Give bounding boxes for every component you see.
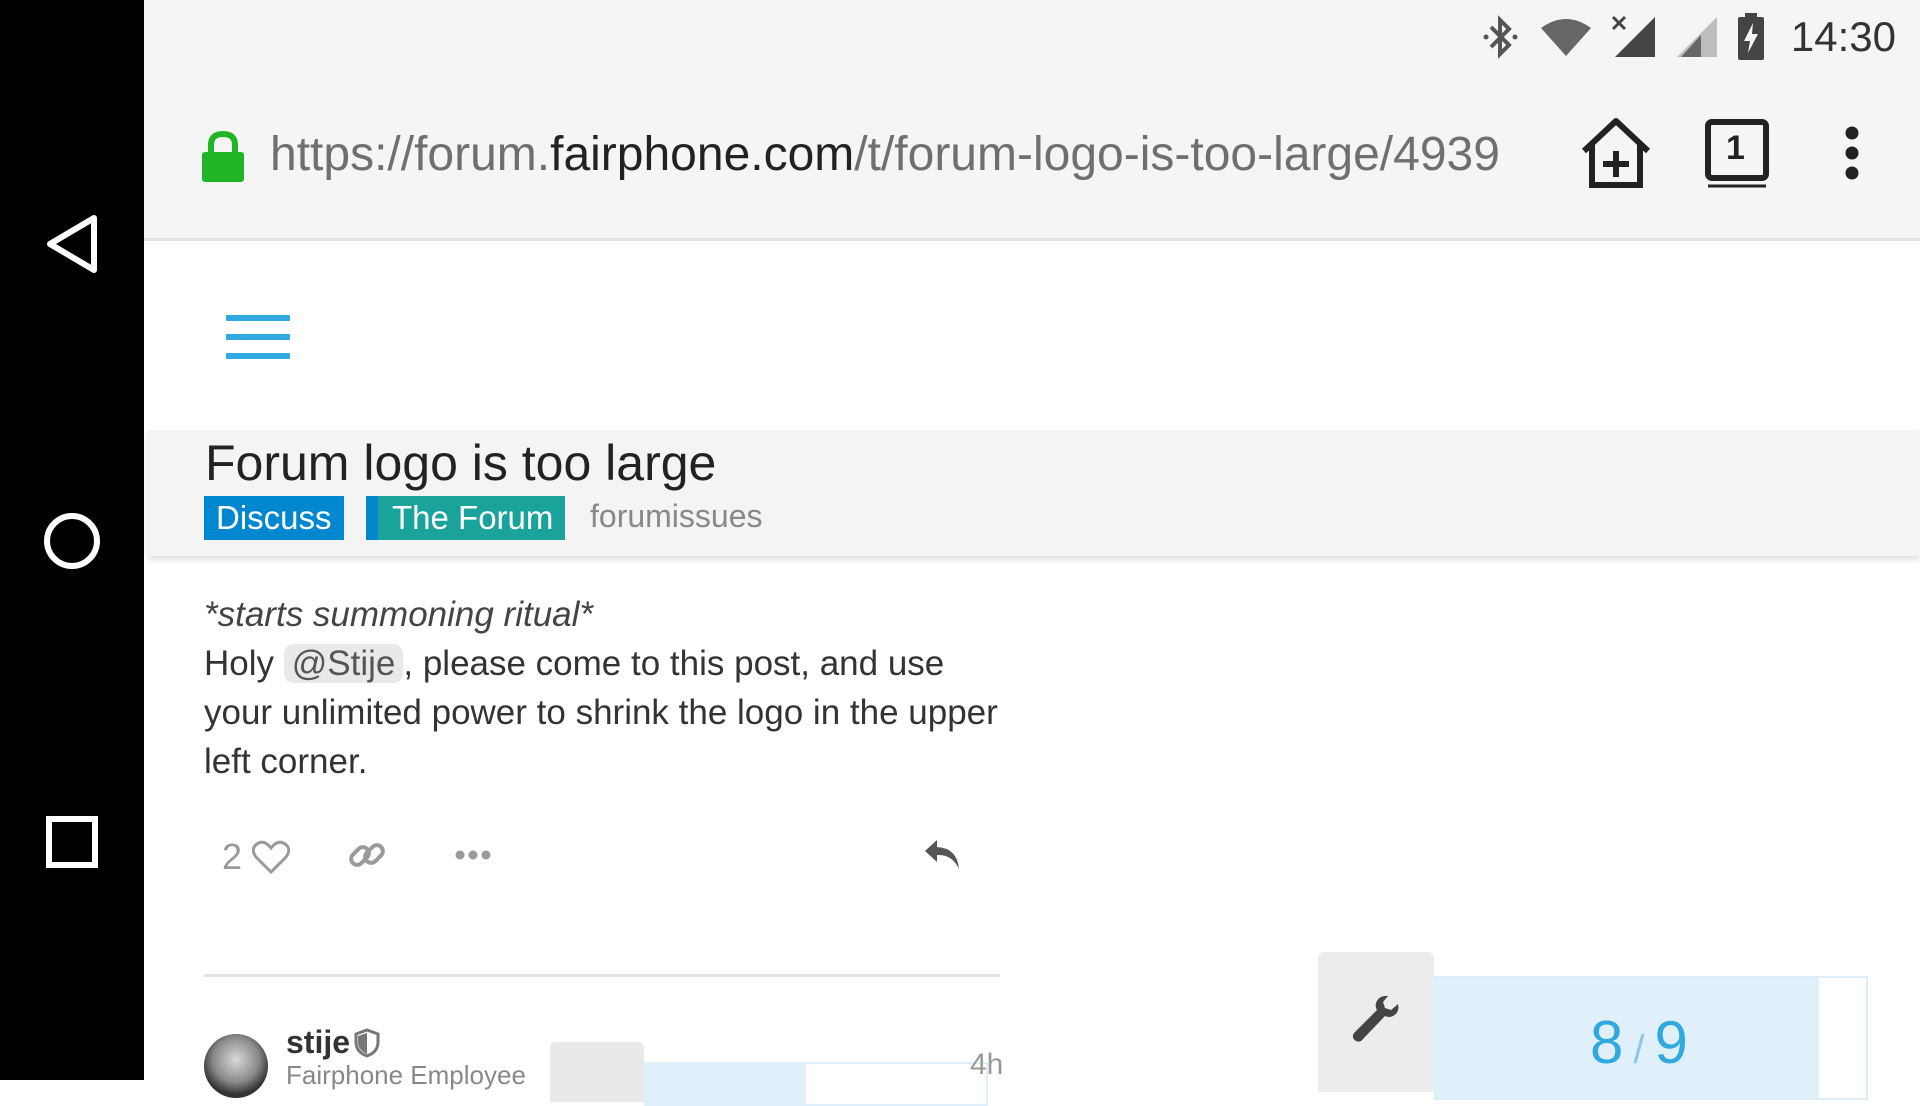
post-progress-small <box>644 1062 988 1106</box>
progress-current: 8 <box>1590 1009 1624 1076</box>
overflow-menu-icon[interactable] <box>1844 125 1860 181</box>
recents-square-icon <box>46 816 98 868</box>
signal-no-sim-icon <box>1611 15 1655 57</box>
post-text-start: Holy <box>204 644 284 683</box>
hamburger-menu-icon[interactable] <box>226 315 290 361</box>
shield-icon <box>354 1028 380 1058</box>
progress-slash: / <box>1633 1028 1645 1072</box>
back-triangle-icon <box>47 215 97 273</box>
wrench-icon <box>1352 995 1399 1042</box>
battery-charging-icon <box>1737 13 1764 60</box>
url-prefix: https://forum. <box>270 128 551 181</box>
username[interactable]: stije <box>286 1024 350 1061</box>
post-actions: 2 <box>204 836 974 896</box>
topic-title[interactable]: Forum logo is too large <box>205 434 716 492</box>
post-ritual-line: *starts summoning ritual* <box>204 595 594 634</box>
admin-tools-button[interactable] <box>1318 952 1434 1092</box>
wifi-icon <box>1540 19 1591 56</box>
topic-tag[interactable]: forumissues <box>590 498 763 535</box>
browser-toolbar: https://forum.fairphone.com/t/forum-logo… <box>144 75 1920 241</box>
android-nav-bar <box>0 0 144 1080</box>
url-field[interactable]: https://forum.fairphone.com/t/forum-logo… <box>270 127 1690 182</box>
reply-button[interactable] <box>922 836 962 874</box>
tab-switcher-button[interactable]: 1 <box>1704 119 1770 194</box>
topic-header: Forum logo is too large Discuss The Foru… <box>148 430 1920 556</box>
clock: 14:30 <box>1790 13 1896 60</box>
post-body: *starts summoning ritual* Holy @Stije, p… <box>204 590 1004 786</box>
avatar[interactable] <box>204 1034 268 1098</box>
url-host: fairphone.com <box>550 128 855 181</box>
category-badge-the-forum[interactable]: The Forum <box>366 496 566 540</box>
like-button[interactable]: 2 <box>222 836 291 878</box>
topic-progress[interactable]: 8/9 <box>1434 976 1868 1100</box>
back-button[interactable] <box>36 208 108 280</box>
like-count: 2 <box>222 836 243 877</box>
heart-icon <box>252 840 291 874</box>
user-title: Fairphone Employee <box>286 1060 526 1090</box>
signal-icon <box>1676 17 1717 57</box>
progress-label: 8/9 <box>1590 1008 1688 1077</box>
recents-button[interactable] <box>36 806 108 878</box>
admin-menu-button-small[interactable] <box>550 1042 644 1102</box>
next-post-header: stije Fairphone Employee 4h <box>204 1024 1024 1106</box>
more-actions-button[interactable] <box>454 836 492 874</box>
tab-count: 1 <box>1726 129 1745 167</box>
post-age: 4h <box>970 1048 1004 1081</box>
progress-total: 9 <box>1654 1009 1688 1076</box>
home-button[interactable] <box>36 505 108 577</box>
post-separator <box>204 974 1000 977</box>
user-mention[interactable]: @Stije <box>283 644 404 683</box>
post-paragraph: Holy @Stije, please come to this post, a… <box>204 639 1004 786</box>
bluetooth-icon <box>1483 15 1518 59</box>
reply-arrow-icon <box>925 840 959 869</box>
lock-icon[interactable] <box>200 130 246 184</box>
share-link-button[interactable] <box>348 836 386 874</box>
ellipsis-icon <box>455 850 491 860</box>
add-to-homescreen-icon[interactable] <box>1576 115 1656 191</box>
url-path: /t/forum-logo-is-too-large/4939 <box>854 128 1500 181</box>
status-icons: 14:30 <box>1481 10 1896 64</box>
category-badge-discuss[interactable]: Discuss <box>204 496 344 540</box>
home-circle-icon <box>44 513 100 569</box>
link-icon <box>349 843 385 867</box>
status-bar: 14:30 <box>144 0 1920 75</box>
